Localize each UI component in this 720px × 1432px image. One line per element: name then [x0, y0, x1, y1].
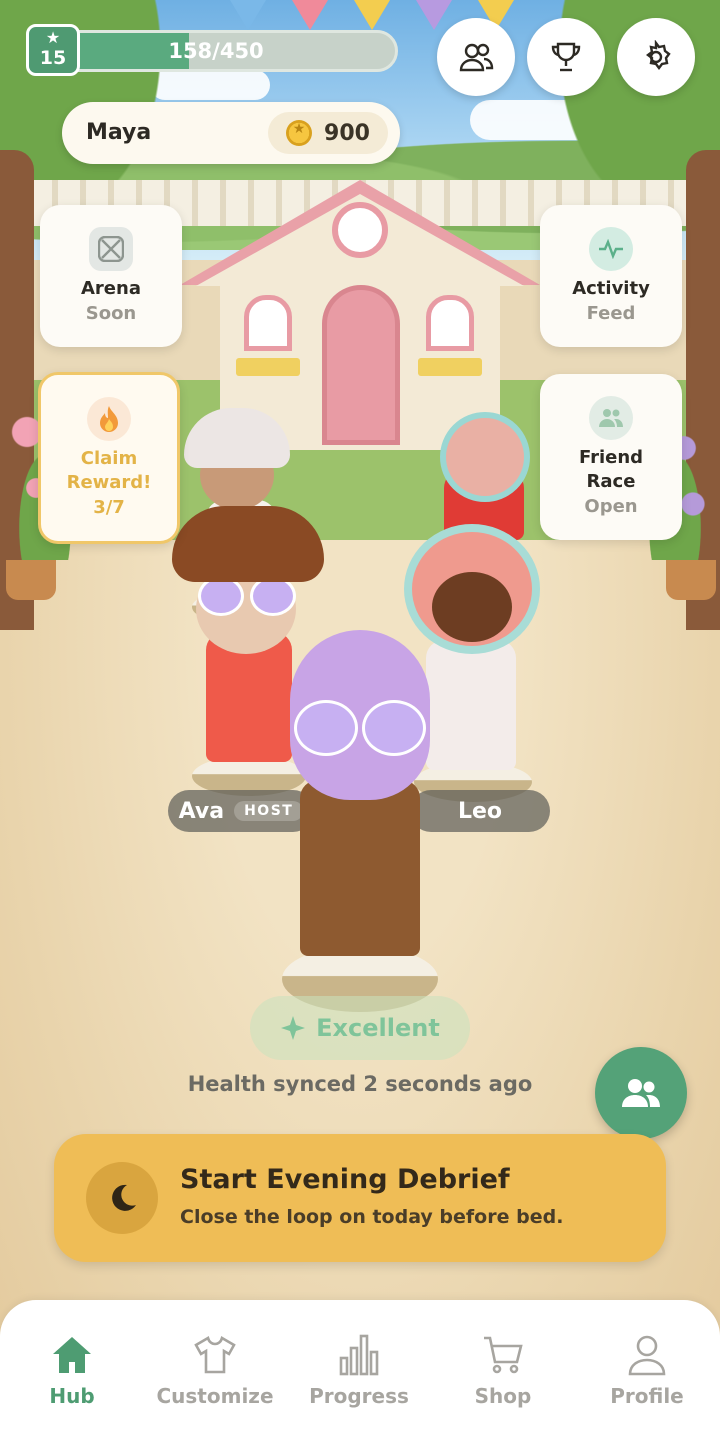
host-badge: HOST	[234, 801, 304, 821]
reward-title: Claim Reward!	[66, 448, 152, 493]
tab-label: Hub	[49, 1384, 95, 1408]
bunting-flag	[230, 0, 266, 30]
debrief-subtitle: Close the loop on today before bed.	[180, 1206, 564, 1228]
arena-title: Arena	[81, 278, 141, 299]
gear-icon	[646, 40, 671, 70]
friends-icon	[622, 1079, 660, 1107]
friends-button[interactable]	[437, 18, 515, 96]
star-glasses	[198, 576, 244, 616]
debrief-title: Start Evening Debrief	[180, 1164, 510, 1195]
tab-hub[interactable]: Hub	[0, 1332, 144, 1408]
star-glasses	[362, 700, 426, 756]
flower-pot	[6, 560, 56, 600]
bar-chart-icon	[287, 1332, 431, 1378]
window-right	[426, 295, 474, 351]
activity-feed-card[interactable]: Activity Feed	[540, 205, 682, 347]
person-icon	[575, 1332, 719, 1378]
level-badge[interactable]: ★ 15	[26, 24, 80, 76]
claim-reward-card[interactable]: Claim Reward! 3/7	[38, 372, 180, 544]
xp-text: 158/450	[168, 39, 264, 63]
trophy-button[interactable]	[527, 18, 605, 96]
arena-status: Soon	[85, 303, 137, 324]
robot-helmet	[440, 412, 530, 502]
tab-progress[interactable]: Progress	[287, 1332, 431, 1408]
avatar-name-tag: Ava HOST	[168, 790, 314, 832]
avatar-name: Leo	[457, 798, 503, 824]
player-card[interactable]: Maya 900	[62, 102, 400, 164]
evening-debrief-button[interactable]: Start Evening Debrief Close the loop on …	[54, 1134, 666, 1262]
sparkle-icon	[281, 1016, 306, 1040]
bunting-flag	[354, 0, 390, 30]
round-window	[332, 202, 388, 258]
coin-amount: 900	[324, 120, 370, 146]
tab-label: Shop	[474, 1384, 532, 1408]
flower-box	[418, 358, 482, 376]
level-number: 15	[39, 47, 67, 69]
heart-door	[322, 285, 400, 445]
coin-balance[interactable]: 900	[268, 112, 388, 154]
xp-progress-bar: 158/450	[74, 30, 398, 72]
flower-box	[236, 358, 300, 376]
crossed-swords-icon	[89, 227, 133, 271]
window-left	[244, 295, 292, 351]
moon-icon	[86, 1162, 158, 1234]
settings-button[interactable]	[617, 18, 695, 96]
home-icon	[0, 1332, 144, 1378]
bottom-tab-bar: Hub Customize Progress Shop Profile	[0, 1300, 720, 1432]
star-glasses	[250, 576, 296, 616]
coin-icon	[286, 120, 313, 146]
friend-race-card[interactable]: Friend Race Open	[540, 374, 682, 540]
tab-shop[interactable]: Shop	[431, 1332, 575, 1408]
friends-icon	[459, 43, 494, 72]
player-name: Maya	[86, 120, 152, 145]
tab-profile[interactable]: Profile	[575, 1332, 719, 1408]
trophy-icon	[551, 42, 581, 72]
health-rating: Excellent	[316, 1014, 440, 1042]
shirt-icon	[143, 1332, 287, 1378]
social-fab-button[interactable]	[595, 1047, 687, 1139]
bunting-flag	[416, 0, 452, 30]
pulse-icon	[589, 227, 633, 271]
star-glasses	[294, 700, 358, 756]
friends-icon	[589, 396, 633, 440]
cart-icon	[431, 1332, 575, 1378]
flame-icon	[87, 397, 131, 441]
friend-race-status: Open	[584, 496, 638, 517]
avatar-name-tag: Leo	[410, 790, 550, 832]
health-rating-badge: Excellent	[250, 996, 470, 1060]
avatar-face	[432, 572, 512, 642]
tab-label: Customize	[156, 1384, 274, 1408]
reward-progress: 3/7	[93, 497, 125, 518]
avatar-body	[426, 640, 516, 770]
arena-card[interactable]: Arena Soon	[40, 205, 182, 347]
flower-pot	[666, 560, 716, 600]
player-avatar-body	[300, 780, 420, 956]
bunting-flag	[292, 0, 328, 30]
activity-title: Activity	[572, 278, 650, 299]
avatar-name: Ava	[178, 798, 225, 824]
tab-label: Progress	[309, 1384, 409, 1408]
tab-customize[interactable]: Customize	[143, 1332, 287, 1408]
friend-race-title: Friend Race	[578, 447, 644, 492]
activity-status: Feed	[586, 303, 636, 324]
tab-label: Profile	[610, 1384, 684, 1408]
star-icon: ★	[45, 28, 61, 47]
cowboy-hat	[172, 506, 324, 582]
